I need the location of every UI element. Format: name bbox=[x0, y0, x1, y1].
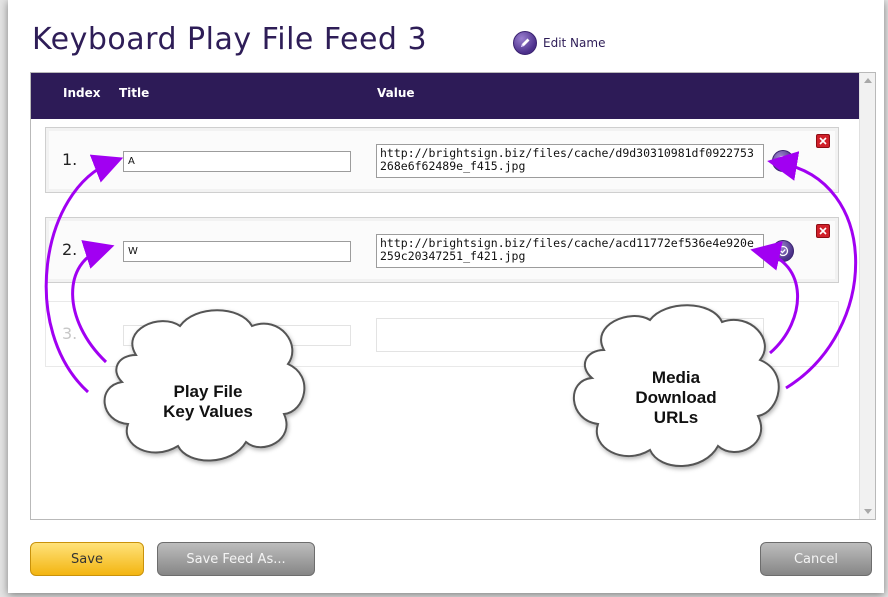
column-header-value: Value bbox=[377, 86, 415, 100]
callout-left-line2: Key Values bbox=[163, 402, 253, 421]
callout-right-line3: URLs bbox=[653, 408, 699, 427]
table-row: 1. http://brightsign.biz/files/cache/d9d… bbox=[45, 127, 839, 193]
page-title: Keyboard Play File Feed 3 bbox=[32, 22, 428, 57]
download-icon[interactable] bbox=[772, 240, 794, 262]
delete-row-button[interactable] bbox=[816, 224, 830, 238]
edit-name-label: Edit Name bbox=[543, 36, 606, 50]
delete-row-button[interactable] bbox=[816, 134, 830, 148]
title-input[interactable] bbox=[123, 151, 351, 172]
table-row-empty: 3. bbox=[45, 301, 839, 367]
value-input[interactable]: http://brightsign.biz/files/cache/d9d303… bbox=[376, 144, 764, 178]
table-header: Index Title Value bbox=[31, 73, 859, 119]
row-index: 1. bbox=[62, 150, 78, 169]
title-input[interactable] bbox=[123, 325, 351, 346]
callout-right-line2: Download bbox=[635, 388, 717, 407]
row-index: 3. bbox=[62, 324, 78, 343]
column-header-title: Title bbox=[119, 86, 150, 100]
pencil-icon bbox=[513, 31, 537, 55]
save-feed-as-button[interactable]: Save Feed As... bbox=[157, 542, 315, 576]
scroll-down-arrow-icon[interactable] bbox=[864, 509, 872, 514]
callout-left-line1: Play File bbox=[173, 382, 243, 401]
value-input[interactable] bbox=[376, 318, 764, 352]
close-icon bbox=[819, 227, 827, 235]
cancel-button[interactable]: Cancel bbox=[760, 542, 872, 576]
value-input[interactable]: http://brightsign.biz/files/cache/acd117… bbox=[376, 234, 764, 268]
table-row: 2. http://brightsign.biz/files/cache/acd… bbox=[45, 217, 839, 283]
row-index: 2. bbox=[62, 240, 78, 259]
title-input[interactable] bbox=[123, 241, 351, 262]
close-icon bbox=[819, 137, 827, 145]
edit-name-button[interactable]: Edit Name bbox=[513, 31, 605, 55]
callout-right-line1: Media bbox=[651, 368, 701, 387]
save-button[interactable]: Save bbox=[30, 542, 144, 576]
feed-table: Index Title Value 1. http://brightsign.b… bbox=[30, 72, 876, 520]
scroll-up-arrow-icon[interactable] bbox=[864, 78, 872, 83]
vertical-scrollbar[interactable] bbox=[859, 73, 875, 519]
download-icon[interactable] bbox=[772, 150, 794, 172]
callout-left: Play File Key Values bbox=[108, 370, 308, 440]
column-header-index: Index bbox=[63, 86, 101, 100]
callout-right: Media Download URLs bbox=[576, 362, 776, 442]
